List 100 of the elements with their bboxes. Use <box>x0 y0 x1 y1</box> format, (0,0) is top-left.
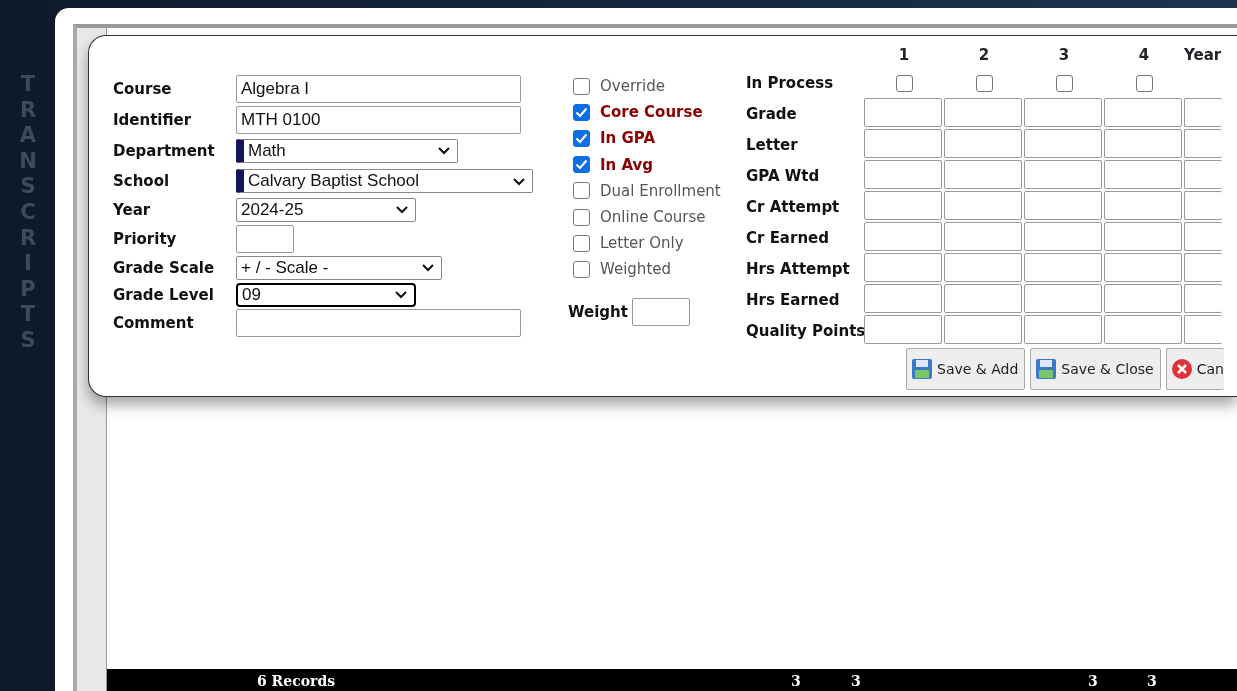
grid-field[interactable] <box>864 129 942 158</box>
column-header: 1 <box>897 46 911 64</box>
column-header: Year <box>1184 46 1223 64</box>
checkbox[interactable] <box>573 156 590 174</box>
field-label: Identifier <box>113 110 193 129</box>
chevron-down-icon <box>512 176 526 186</box>
grid-field[interactable] <box>1104 160 1182 189</box>
cancel-button[interactable]: Can <box>1165 348 1224 390</box>
row-label: Cr Earned <box>746 228 830 247</box>
grid-field[interactable] <box>1024 98 1102 127</box>
checkbox-label: In GPA <box>600 129 656 148</box>
grid-field[interactable] <box>1024 253 1102 282</box>
grid-field[interactable] <box>944 284 1022 313</box>
field-label: Department <box>113 141 216 160</box>
checkbox[interactable] <box>573 260 590 278</box>
grid-field[interactable] <box>1184 160 1222 189</box>
grid-field[interactable] <box>864 98 942 127</box>
checkbox[interactable] <box>573 129 590 147</box>
grid-field[interactable] <box>1104 98 1182 127</box>
text-field[interactable] <box>236 224 294 253</box>
dropdown[interactable]: 2024-25 <box>236 197 416 222</box>
checkbox[interactable] <box>573 234 590 252</box>
grid-field[interactable] <box>944 191 1022 220</box>
checkbox[interactable] <box>1055 74 1073 92</box>
record-count: 6 Records <box>257 673 336 689</box>
field-label: School <box>113 172 171 190</box>
grid-field[interactable] <box>864 191 942 220</box>
grid-field[interactable] <box>1024 284 1102 313</box>
cancel-icon <box>1170 358 1193 380</box>
grid-field[interactable] <box>1184 315 1222 344</box>
grid-field[interactable] <box>1184 129 1222 158</box>
column-header: 2 <box>977 46 991 64</box>
checkbox[interactable] <box>573 182 590 200</box>
grid-field[interactable] <box>944 315 1022 344</box>
dropdown[interactable]: Calvary Baptist School <box>236 169 533 193</box>
weight-label: Weight <box>568 302 628 321</box>
grid-field[interactable] <box>864 160 942 189</box>
grid-field[interactable] <box>944 222 1022 251</box>
chevron-down-icon <box>395 205 409 214</box>
checkbox[interactable] <box>1135 74 1153 92</box>
grid-field[interactable] <box>1024 191 1102 220</box>
text-field[interactable] <box>236 309 521 337</box>
row-label: Grade <box>746 104 798 123</box>
grid-field[interactable] <box>1104 253 1182 282</box>
field-label: Course <box>113 79 173 98</box>
grid-field[interactable] <box>1104 129 1182 158</box>
grid-field[interactable] <box>1024 160 1102 189</box>
grid-field[interactable] <box>864 253 942 282</box>
save-button[interactable]: Save & Add <box>906 348 1026 390</box>
grid-field[interactable] <box>1024 315 1102 344</box>
grid-field[interactable] <box>944 129 1022 158</box>
row-label: Letter <box>746 135 799 154</box>
dropdown[interactable]: + / - Scale - <box>236 255 442 280</box>
dropdown[interactable]: Math <box>236 138 458 163</box>
checkbox[interactable] <box>573 208 590 226</box>
text-field[interactable]: MTH 0100 <box>236 105 521 134</box>
checkbox-label: Override <box>600 77 665 96</box>
grid-field[interactable] <box>1024 129 1102 158</box>
grid-field[interactable] <box>944 253 1022 282</box>
grid-field[interactable] <box>944 160 1022 189</box>
grid-field[interactable] <box>944 98 1022 127</box>
footer-total: 3 <box>791 673 801 689</box>
grid-field[interactable] <box>1184 222 1222 251</box>
field-label: Year <box>113 200 152 219</box>
checkbox[interactable] <box>975 74 993 92</box>
footer-total: 3 <box>1147 673 1157 689</box>
footer-total: 3 <box>851 673 861 689</box>
column-header: 4 <box>1137 46 1151 64</box>
dropdown[interactable]: 09 <box>236 282 416 307</box>
checkbox-label: Dual Enrollment <box>600 181 721 200</box>
checkbox[interactable] <box>895 74 913 92</box>
checkbox-label: Weighted <box>600 260 671 279</box>
grid-field[interactable] <box>1184 253 1222 282</box>
checkbox-label: Letter Only <box>600 234 684 253</box>
row-label: GPA Wtd <box>746 166 821 185</box>
grid-field[interactable] <box>1184 191 1222 220</box>
weight-field[interactable] <box>631 297 690 326</box>
footer-total: 3 <box>1088 673 1098 689</box>
row-label: Cr Attempt <box>746 197 841 216</box>
checkbox[interactable] <box>573 103 590 121</box>
row-label: Quality Points <box>746 321 864 340</box>
column-header: 3 <box>1057 46 1071 64</box>
grid-field[interactable] <box>864 222 942 251</box>
field-label: Grade Level <box>113 285 215 304</box>
grid-field[interactable] <box>1184 98 1222 127</box>
text-field[interactable]: Algebra I <box>236 74 521 103</box>
chevron-down-icon <box>394 290 408 299</box>
checkbox[interactable] <box>573 77 590 95</box>
grid-field[interactable] <box>864 284 942 313</box>
checkbox-label: In Avg <box>600 155 654 174</box>
grid-field[interactable] <box>1024 222 1102 251</box>
grid-field[interactable] <box>1104 191 1182 220</box>
grid-field[interactable] <box>1104 222 1182 251</box>
grid-field[interactable] <box>864 315 942 344</box>
checkbox-label: Core Course <box>600 103 703 122</box>
grid-field[interactable] <box>1184 284 1222 313</box>
field-label: Grade Scale <box>113 258 216 277</box>
save-button[interactable]: Save & Close <box>1030 348 1161 390</box>
grid-field[interactable] <box>1104 284 1182 313</box>
grid-field[interactable] <box>1104 315 1182 344</box>
